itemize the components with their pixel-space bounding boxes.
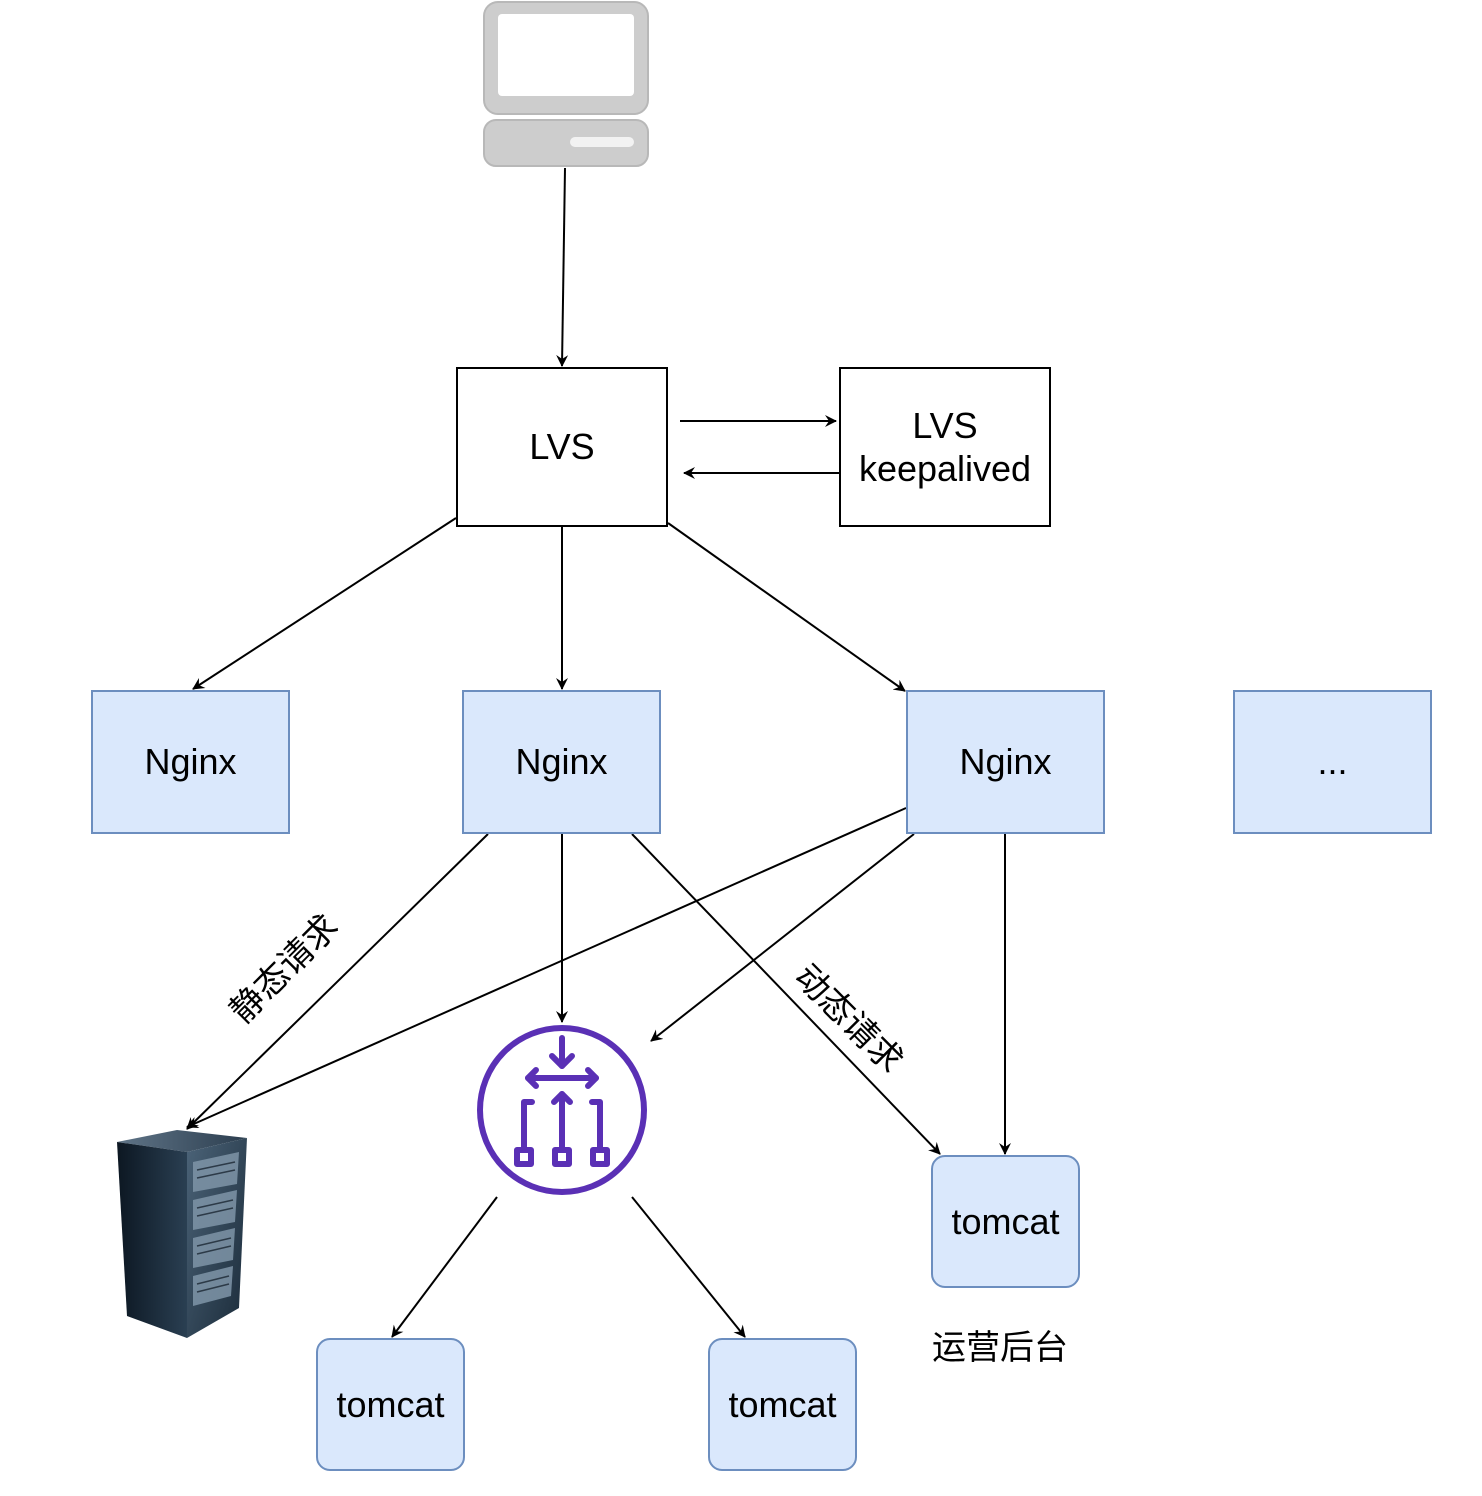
edge-lvs-to-nginx-3 xyxy=(667,522,906,692)
edge-client-to-lvs xyxy=(556,167,569,367)
tomcat-node-mid: tomcat xyxy=(708,1338,857,1471)
nginx-node-1: Nginx xyxy=(91,690,290,834)
nginx-1-label: Nginx xyxy=(144,741,237,783)
more-nodes-label: ... xyxy=(1317,741,1348,783)
admin-backend-label: 运营后台 xyxy=(932,1328,1068,1368)
server-rack-icon xyxy=(117,1130,247,1338)
nginx-node-3: Nginx xyxy=(906,690,1105,834)
tomcat-node-admin: tomcat xyxy=(931,1155,1080,1288)
edge-load-balancer-to-tomcat-mid xyxy=(631,1196,746,1338)
more-nodes-placeholder: ... xyxy=(1233,690,1432,834)
tomcat-admin-label: tomcat xyxy=(951,1200,1060,1242)
tomcat-node-left: tomcat xyxy=(316,1338,465,1471)
lvs-label: LVS xyxy=(529,426,595,468)
tomcat-mid-label: tomcat xyxy=(728,1383,837,1425)
load-balancer-icon xyxy=(477,1025,647,1195)
nginx-node-2: Nginx xyxy=(462,690,661,834)
architecture-diagram: LVS LVS keepalived Nginx Nginx Nginx ...… xyxy=(0,0,1482,1496)
desktop-computer-icon xyxy=(483,1,649,167)
nginx-2-label: Nginx xyxy=(515,741,608,783)
edge-lvs-to-nginx-1 xyxy=(192,517,457,690)
nginx-3-label: Nginx xyxy=(959,741,1052,783)
lvs-keepalived-label: LVS keepalived xyxy=(858,404,1032,489)
tomcat-left-label: tomcat xyxy=(336,1383,445,1425)
lvs-node: LVS xyxy=(456,367,668,527)
edge-nginx-2-to-tomcat-admin xyxy=(631,833,941,1155)
edge-load-balancer-to-tomcat-left xyxy=(391,1196,498,1338)
lvs-keepalived-node: LVS keepalived xyxy=(839,367,1051,527)
